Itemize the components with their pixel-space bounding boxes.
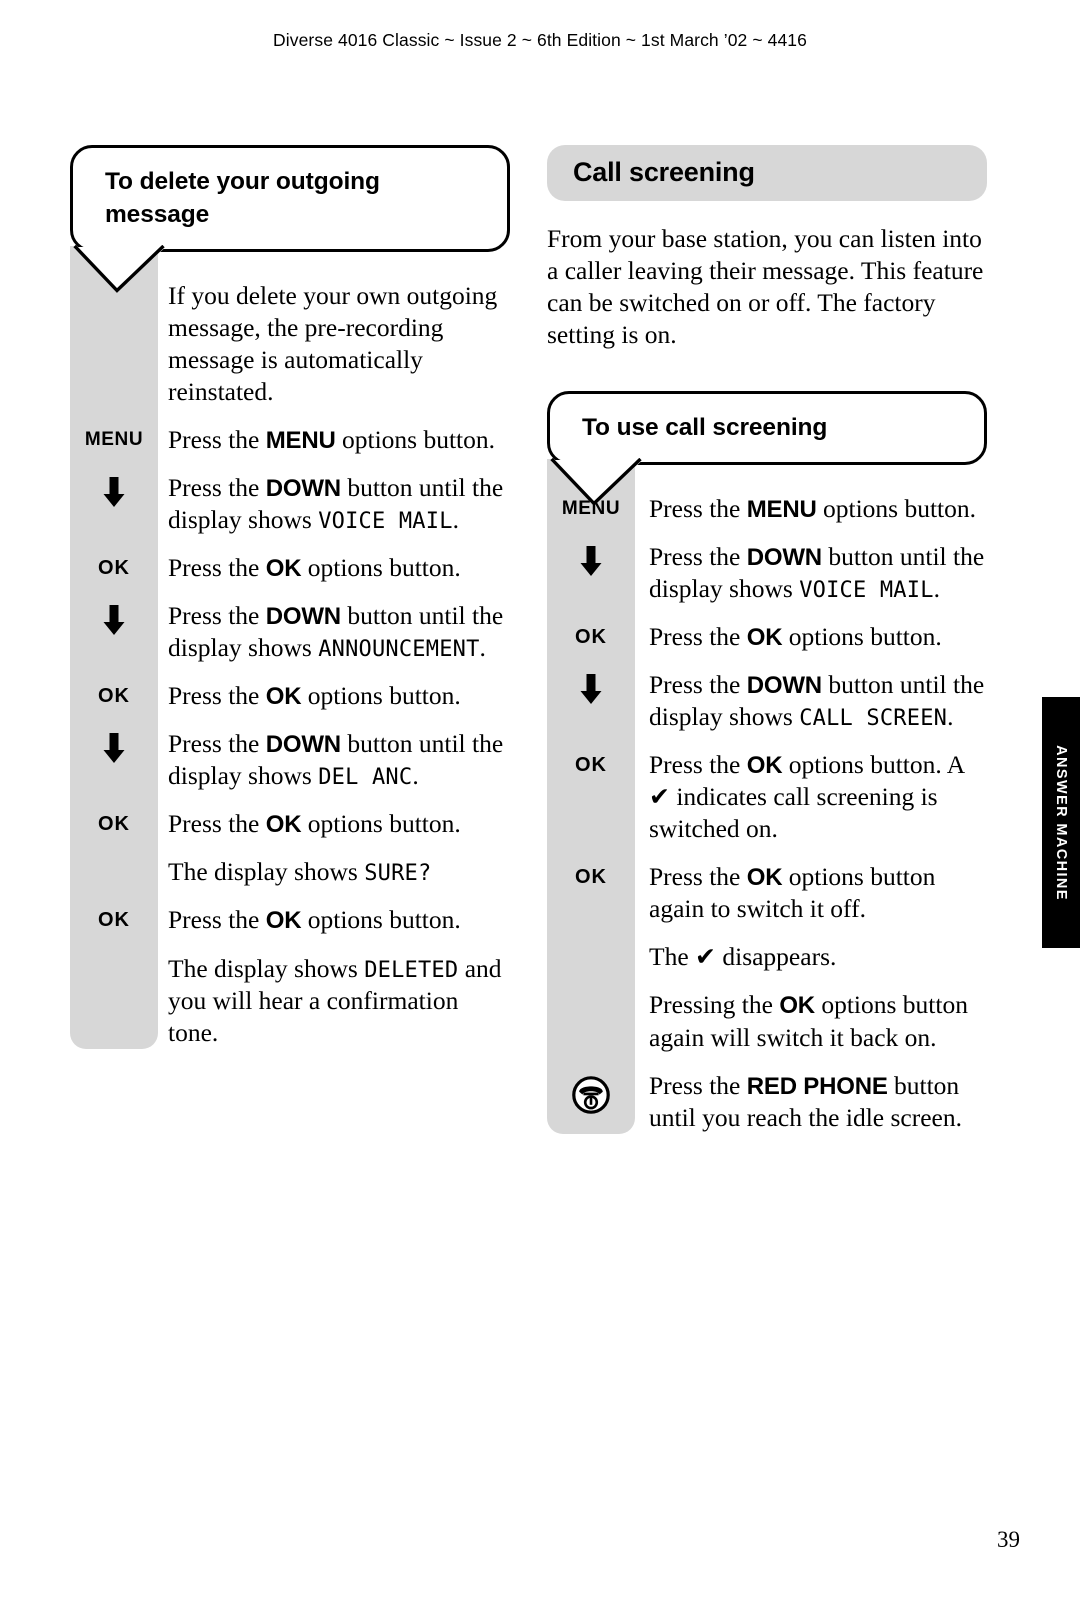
step-row: Press the DOWN button until the display … xyxy=(70,728,510,792)
step-row: If you delete your own outgoing message,… xyxy=(70,280,510,408)
step-key-label: MENU xyxy=(84,428,144,450)
step-key-arrow-down-icon xyxy=(70,472,158,509)
callout-heading-text: To delete your outgoing message xyxy=(105,168,380,228)
step-text: Press the DOWN button until the display … xyxy=(649,541,985,604)
step-key-label: MENU xyxy=(561,497,621,519)
step-text: The display shows DELETED and you will h… xyxy=(168,953,502,1047)
step-row: Press the DOWN button until the display … xyxy=(547,541,987,605)
left-column: To delete your outgoing message If you d… xyxy=(70,145,510,1049)
step-key-label: OK xyxy=(575,626,607,649)
step-row: OK Press the OK options button. xyxy=(70,552,510,584)
arrow-down-icon xyxy=(103,604,125,635)
step-row: OK Press the OK options button. xyxy=(70,808,510,840)
step-row: OK Press the OK options button. xyxy=(70,680,510,712)
step-row: Press the DOWN button until the display … xyxy=(70,472,510,536)
callout-heading-text: To use call screening xyxy=(582,414,828,441)
step-text: The display shows SURE? xyxy=(168,857,432,887)
section-banner-text: Call screening xyxy=(573,157,755,187)
step-text: Press the MENU options button. xyxy=(168,424,496,454)
step-key-empty xyxy=(70,280,158,307)
step-key-label: OK xyxy=(98,556,130,579)
thumb-tab-label: ANSWER MACHINE xyxy=(1053,744,1069,901)
step-row: MENU Press the MENU options button. xyxy=(70,424,510,456)
call-screening-intro: From your base station, you can listen i… xyxy=(547,224,984,349)
step-key-arrow-down-icon xyxy=(547,541,635,578)
step-row: Press the RED PHONE button until you rea… xyxy=(547,1070,987,1134)
step-row: The ✔ disappears. xyxy=(547,941,987,973)
step-text: Press the DOWN button until the display … xyxy=(649,670,985,732)
step-text: Press the OK options button. xyxy=(168,552,461,582)
section-banner-call-screening: Call screening xyxy=(547,145,987,201)
step-text: Press the OK options button. xyxy=(168,809,461,839)
step-key-empty xyxy=(547,989,635,1016)
step-text: If you delete your own outgoing message,… xyxy=(168,280,498,406)
step-row: The display shows DELETED and you will h… xyxy=(70,953,510,1049)
step-key-label: OK xyxy=(98,909,130,932)
step-key-arrow-down-icon xyxy=(547,669,635,706)
step-key-empty xyxy=(70,856,158,883)
step-row: Press the DOWN button until the display … xyxy=(70,600,510,664)
step-row: OK Press the OK options button again to s… xyxy=(547,861,987,925)
section-thumb-tab: ANSWER MACHINE xyxy=(1042,697,1080,948)
arrow-down-icon xyxy=(103,476,125,507)
step-row: Pressing the OK options button again wil… xyxy=(547,989,987,1053)
step-text: Press the DOWN button until the display … xyxy=(168,729,504,791)
step-key-label: OK xyxy=(575,754,607,777)
callout-heading-delete-outgoing-message: To delete your outgoing message xyxy=(70,145,510,293)
arrow-down-icon xyxy=(580,674,602,705)
step-text: Press the OK options button again to swi… xyxy=(649,862,936,924)
step-row: Press the DOWN button until the display … xyxy=(547,669,987,733)
right-column: Call screening From your base station, y… xyxy=(547,145,987,1134)
step-text: Press the DOWN button until the display … xyxy=(168,472,504,534)
step-text: Press the RED PHONE button until you rea… xyxy=(649,1070,962,1132)
step-text: Press the OK options button. xyxy=(168,905,461,935)
running-head: Diverse 4016 Classic ~ Issue 2 ~ 6th Edi… xyxy=(273,30,807,50)
step-key-empty xyxy=(547,941,635,968)
step-text: Press the OK options button. A ✔ indicat… xyxy=(649,750,964,844)
step-text: Press the OK options button. xyxy=(168,681,461,711)
step-key-red-phone-icon xyxy=(547,1070,635,1115)
step-row: MENU Press the MENU options button. xyxy=(547,493,987,525)
step-key-label: OK xyxy=(575,866,607,889)
left-step-list: If you delete your own outgoing message,… xyxy=(70,245,510,1049)
arrow-down-icon xyxy=(580,545,602,576)
step-key-arrow-down-icon xyxy=(70,728,158,765)
step-row: The display shows SURE? xyxy=(70,856,510,888)
step-key-label: OK xyxy=(98,685,130,708)
step-text: Pressing the OK options button again wil… xyxy=(649,990,968,1052)
right-step-list: MENU Press the MENU options button. Press … xyxy=(547,458,987,1134)
step-key-label: OK xyxy=(98,813,130,836)
step-text: The ✔ disappears. xyxy=(649,942,837,972)
step-text: Press the DOWN button until the display … xyxy=(168,600,504,663)
red-phone-icon xyxy=(572,1075,610,1114)
step-key-empty xyxy=(70,953,158,980)
step-text: Press the OK options button. xyxy=(649,622,942,652)
step-row: OK Press the OK options button. xyxy=(70,904,510,936)
step-row: OK Press the OK options button. A ✔ indic… xyxy=(547,749,987,845)
callout-heading-use-call-screening: To use call screening xyxy=(547,391,987,506)
arrow-down-icon xyxy=(103,733,125,764)
step-text: Press the MENU options button. xyxy=(649,493,977,523)
step-key-arrow-down-icon xyxy=(70,600,158,637)
step-row: OK Press the OK options button. xyxy=(547,621,987,653)
page-number: 39 xyxy=(997,1527,1020,1552)
